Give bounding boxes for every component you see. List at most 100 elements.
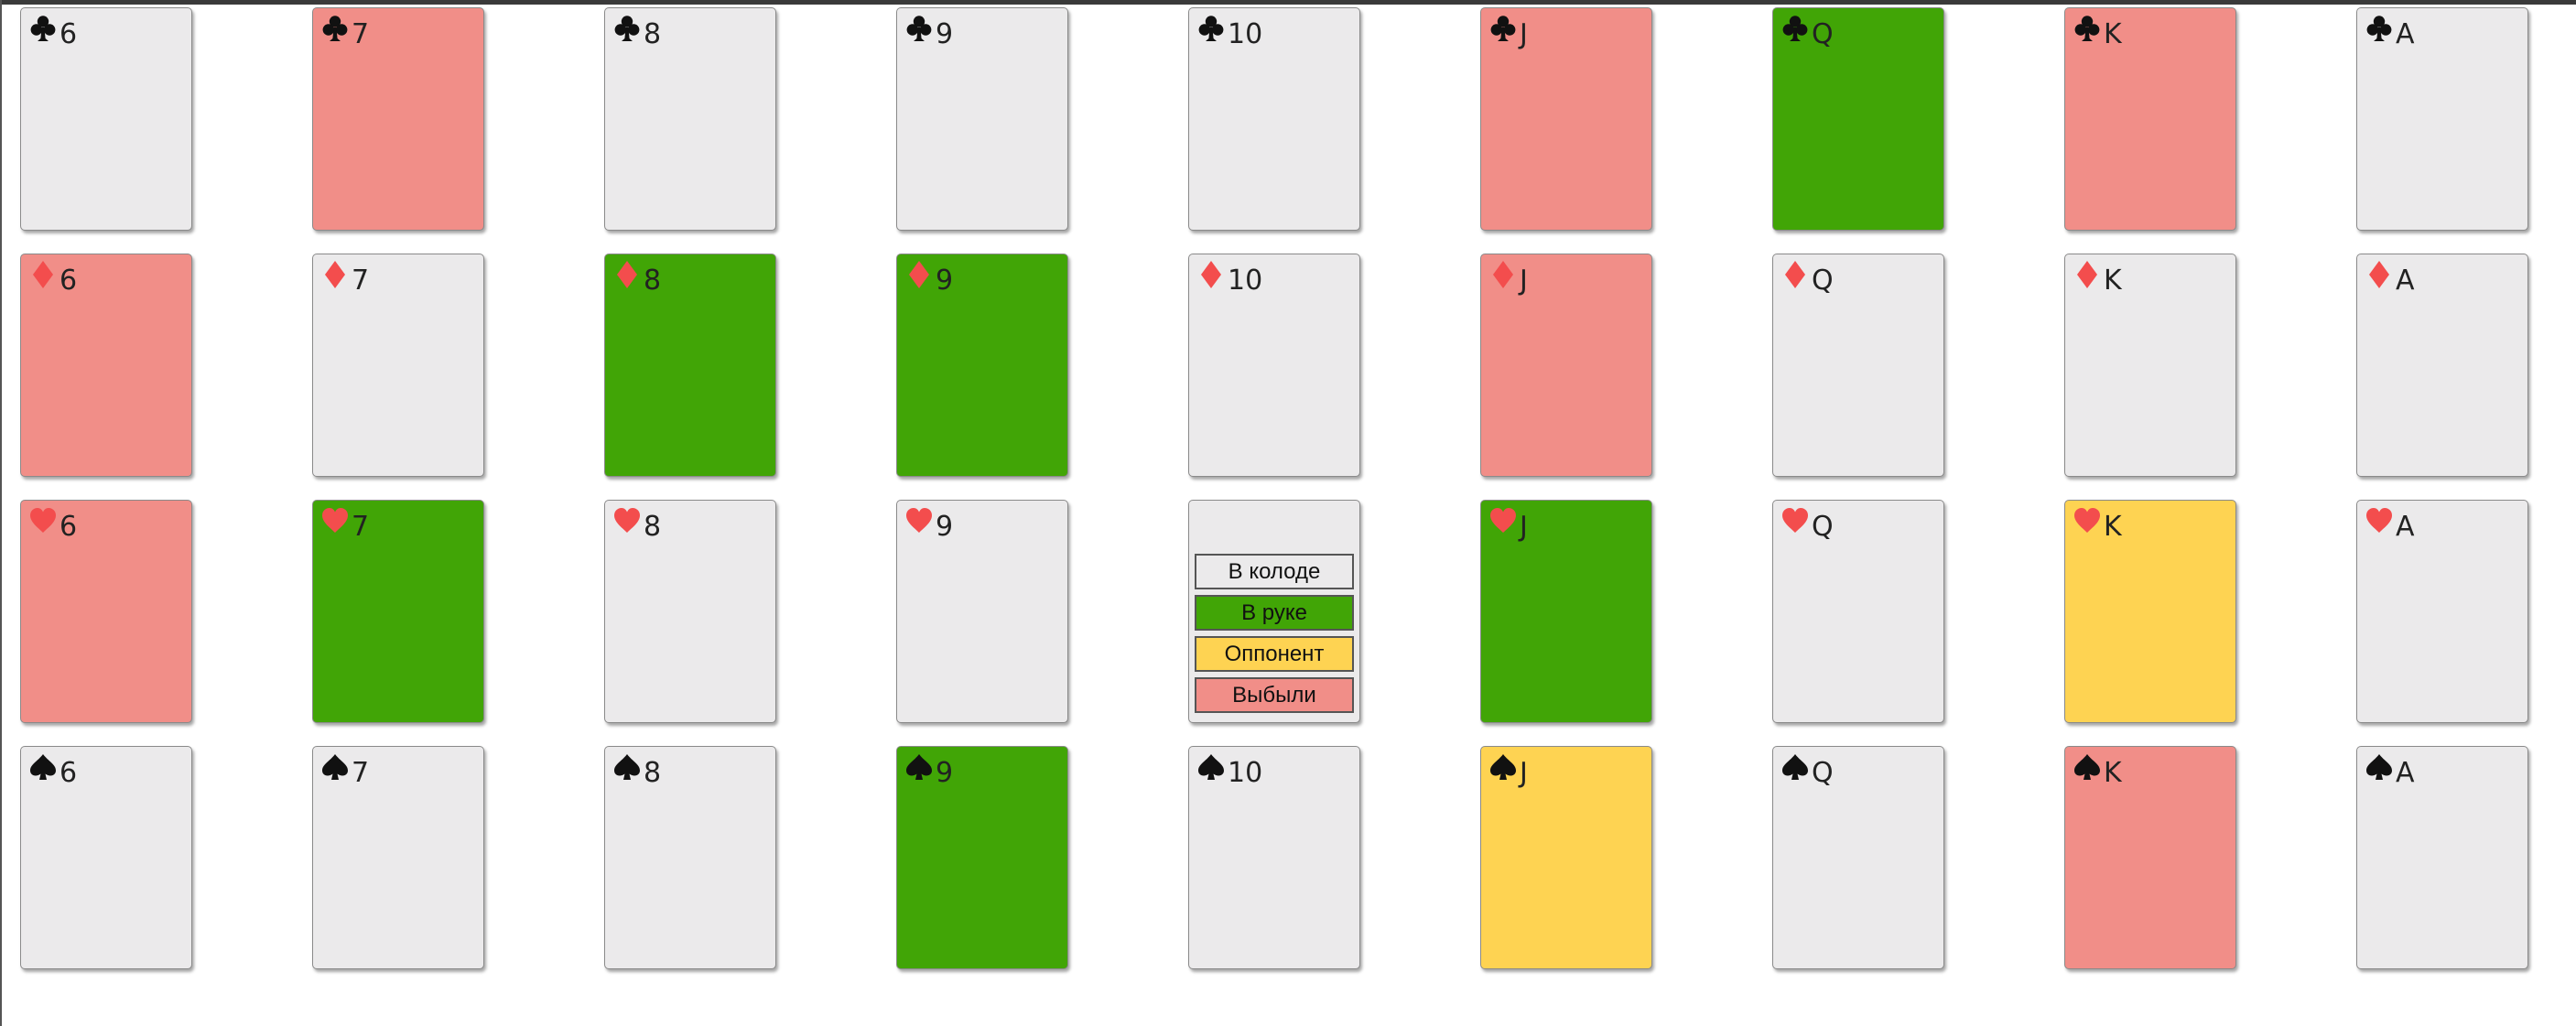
card-rank: 10 <box>1228 18 1263 50</box>
card-hearts-q[interactable]: Q <box>1772 500 1944 723</box>
card-rank: J <box>1520 757 1528 789</box>
card-spades-a[interactable]: A <box>2356 746 2528 969</box>
card-clubs-10[interactable]: 10 <box>1188 7 1360 231</box>
card-spades-j[interactable]: J <box>1480 746 1652 969</box>
card-spades-k[interactable]: K <box>2064 746 2236 969</box>
hearts-icon <box>2073 506 2102 535</box>
card-diamonds-10[interactable]: 10 <box>1188 254 1360 477</box>
legend-hand-button[interactable]: В руке <box>1195 595 1354 631</box>
card-rank: 8 <box>644 265 662 297</box>
card-spades-8[interactable]: 8 <box>604 746 776 969</box>
card-clubs-j[interactable]: J <box>1480 7 1652 231</box>
card-spades-6[interactable]: 6 <box>20 746 192 969</box>
hearts-icon <box>612 506 642 535</box>
window-left-border <box>0 0 2 1026</box>
card-rank: 9 <box>936 18 954 50</box>
card-clubs-7[interactable]: 7 <box>312 7 484 231</box>
card-clubs-6[interactable]: 6 <box>20 7 192 231</box>
card-hearts-8[interactable]: 8 <box>604 500 776 723</box>
card-rank: K <box>2104 757 2122 789</box>
spades-icon <box>320 752 350 782</box>
card-rank: 7 <box>352 265 370 297</box>
card-clubs-a[interactable]: A <box>2356 7 2528 231</box>
card-board: 6 7 8 9 10 J Q K A 6 7 8 9 10 J Q K A 6 7 8 9 В колоде В руке… <box>20 7 2528 969</box>
spades-icon <box>2365 752 2394 782</box>
card-diamonds-9[interactable]: 9 <box>896 254 1068 477</box>
card-rank: 9 <box>936 757 954 789</box>
clubs-icon <box>1196 14 1226 43</box>
card-rank: Q <box>1812 757 1834 789</box>
card-rank: J <box>1520 511 1528 543</box>
legend-deck-button[interactable]: В колоде <box>1195 554 1354 589</box>
legend-out-button[interactable]: Выбыли <box>1195 677 1354 713</box>
card-rank: Q <box>1812 265 1834 297</box>
card-hearts-7[interactable]: 7 <box>312 500 484 723</box>
card-rank: K <box>2104 265 2122 297</box>
diamonds-icon <box>1196 260 1226 289</box>
card-hearts-a[interactable]: A <box>2356 500 2528 723</box>
card-rank: 6 <box>60 511 78 543</box>
card-rank: 7 <box>352 757 370 789</box>
window-top-border <box>0 0 2576 5</box>
card-rank: A <box>2396 18 2415 50</box>
card-diamonds-6[interactable]: 6 <box>20 254 192 477</box>
card-diamonds-a[interactable]: A <box>2356 254 2528 477</box>
hearts-icon <box>320 506 350 535</box>
card-spades-10[interactable]: 10 <box>1188 746 1360 969</box>
spades-icon <box>1780 752 1810 782</box>
card-rank: 6 <box>60 265 78 297</box>
card-rank: 8 <box>644 757 662 789</box>
spades-icon <box>2073 752 2102 782</box>
card-rank: 8 <box>644 511 662 543</box>
card-spades-9[interactable]: 9 <box>896 746 1068 969</box>
hearts-icon <box>904 506 934 535</box>
hearts-icon <box>2365 506 2394 535</box>
diamonds-icon <box>612 260 642 289</box>
clubs-icon <box>612 14 642 43</box>
card-diamonds-q[interactable]: Q <box>1772 254 1944 477</box>
card-rank: J <box>1520 18 1528 50</box>
card-rank: Q <box>1812 511 1834 543</box>
card-spades-q[interactable]: Q <box>1772 746 1944 969</box>
spades-icon <box>1488 752 1518 782</box>
clubs-icon <box>320 14 350 43</box>
legend-opponent-button[interactable]: Оппонент <box>1195 636 1354 672</box>
card-rank: 10 <box>1228 757 1263 789</box>
legend-panel: В колоде В руке Оппонент Выбыли <box>1188 500 1360 723</box>
card-hearts-9[interactable]: 9 <box>896 500 1068 723</box>
spades-icon <box>904 752 934 782</box>
clubs-icon <box>28 14 58 43</box>
card-clubs-8[interactable]: 8 <box>604 7 776 231</box>
card-rank: 7 <box>352 18 370 50</box>
hearts-icon <box>28 506 58 535</box>
card-rank: J <box>1520 265 1528 297</box>
card-clubs-9[interactable]: 9 <box>896 7 1068 231</box>
card-diamonds-8[interactable]: 8 <box>604 254 776 477</box>
diamonds-icon <box>2073 260 2102 289</box>
card-spades-7[interactable]: 7 <box>312 746 484 969</box>
card-rank: A <box>2396 757 2415 789</box>
card-diamonds-7[interactable]: 7 <box>312 254 484 477</box>
card-rank: 6 <box>60 757 78 789</box>
card-diamonds-j[interactable]: J <box>1480 254 1652 477</box>
card-diamonds-k[interactable]: K <box>2064 254 2236 477</box>
card-clubs-k[interactable]: K <box>2064 7 2236 231</box>
card-rank: K <box>2104 18 2122 50</box>
card-rank: K <box>2104 511 2122 543</box>
clubs-icon <box>1780 14 1810 43</box>
spades-icon <box>612 752 642 782</box>
card-rank: A <box>2396 265 2415 297</box>
diamonds-icon <box>1488 260 1518 289</box>
card-rank: 9 <box>936 265 954 297</box>
diamonds-icon <box>320 260 350 289</box>
card-rank: 7 <box>352 511 370 543</box>
spades-icon <box>28 752 58 782</box>
card-hearts-j[interactable]: J <box>1480 500 1652 723</box>
card-hearts-k[interactable]: K <box>2064 500 2236 723</box>
clubs-icon <box>904 14 934 43</box>
card-hearts-6[interactable]: 6 <box>20 500 192 723</box>
card-rank: 8 <box>644 18 662 50</box>
diamonds-icon <box>2365 260 2394 289</box>
hearts-icon <box>1780 506 1810 535</box>
card-clubs-q[interactable]: Q <box>1772 7 1944 231</box>
